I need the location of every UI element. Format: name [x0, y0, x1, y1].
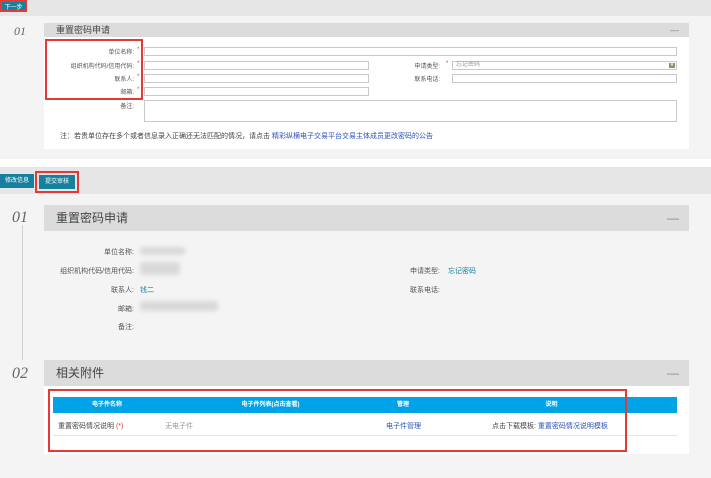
required-mark: *: [137, 74, 140, 80]
phone-input[interactable]: [452, 74, 677, 83]
section-title: 重置密码申请: [56, 211, 129, 225]
apply-type-selected: 忘记密码: [456, 62, 481, 68]
collapse-icon[interactable]: —: [667, 360, 679, 386]
next-step-button[interactable]: 下一步: [0, 0, 27, 12]
org-code-label: 组织机构代码/信用代码:: [70, 64, 134, 70]
section-title: 重置密码申请: [56, 25, 111, 35]
notice-body: 注：若贵单位存在多个或者信息录入正确还无法匹配的情况，请点击: [60, 133, 270, 140]
redacted-value: [140, 262, 180, 275]
org-code-label: 组织机构代码/信用代码:: [60, 268, 134, 275]
apply-type-value: 忘记密码: [448, 268, 476, 275]
email-label: 邮箱:: [118, 306, 134, 313]
edit-info-button[interactable]: 修改信息: [0, 174, 34, 188]
attachments-highlight: [48, 389, 627, 452]
unit-name-input[interactable]: [144, 47, 677, 56]
required-mark: *: [137, 87, 140, 93]
review-section-header: 重置密码申请 —: [44, 205, 689, 231]
collapse-icon[interactable]: —: [667, 205, 679, 231]
top-toolbar: [0, 0, 711, 16]
step-number: 02: [12, 365, 28, 382]
chevron-down-icon[interactable]: ▾: [669, 63, 675, 68]
remark-label: 备注:: [120, 104, 134, 110]
contact-input[interactable]: [144, 74, 369, 83]
org-code-input[interactable]: [144, 61, 369, 70]
email-label: 邮箱:: [120, 90, 134, 96]
email-input[interactable]: [144, 87, 369, 96]
action-toolbar: [0, 167, 711, 194]
remark-textarea[interactable]: [144, 100, 677, 122]
spacer: [0, 159, 711, 167]
submit-review-button[interactable]: 提交审核: [35, 171, 79, 193]
redacted-value: [140, 247, 185, 255]
required-mark: *: [446, 61, 449, 67]
remark-label: 备注:: [118, 324, 134, 331]
step-number: 01: [12, 209, 28, 226]
notice-link[interactable]: 精彩纵横电子交易平台交易主体成员更改密码的公告: [272, 133, 433, 140]
phone-label: 联系电话:: [414, 77, 440, 83]
required-mark: *: [137, 61, 140, 67]
attachments-section-header: 相关附件 —: [44, 360, 689, 386]
apply-type-label: 申请类型:: [410, 268, 440, 275]
submit-review-label: 提交审核: [39, 175, 75, 189]
contact-label: 联系人:: [111, 287, 134, 294]
required-mark: *: [137, 47, 140, 53]
form-section-header: 重置密码申请 —: [44, 23, 689, 37]
unit-name-label: 单位名称:: [108, 50, 134, 56]
unit-name-label: 单位名称:: [104, 249, 134, 256]
redacted-value: [140, 301, 218, 311]
timeline-line: [22, 225, 23, 360]
phone-label: 联系电话:: [410, 287, 440, 294]
notice-text: 注：若贵单位存在多个或者信息录入正确还无法匹配的情况，请点击 精彩纵横电子交易平…: [60, 131, 433, 141]
step-number: 01: [14, 24, 26, 38]
contact-label: 联系人:: [114, 77, 134, 83]
apply-type-label: 申请类型:: [414, 64, 440, 70]
contact-value: 钱二: [140, 287, 154, 294]
section-title: 相关附件: [56, 366, 105, 380]
collapse-icon[interactable]: —: [670, 23, 679, 37]
apply-type-select[interactable]: 忘记密码 ▾: [452, 61, 677, 70]
